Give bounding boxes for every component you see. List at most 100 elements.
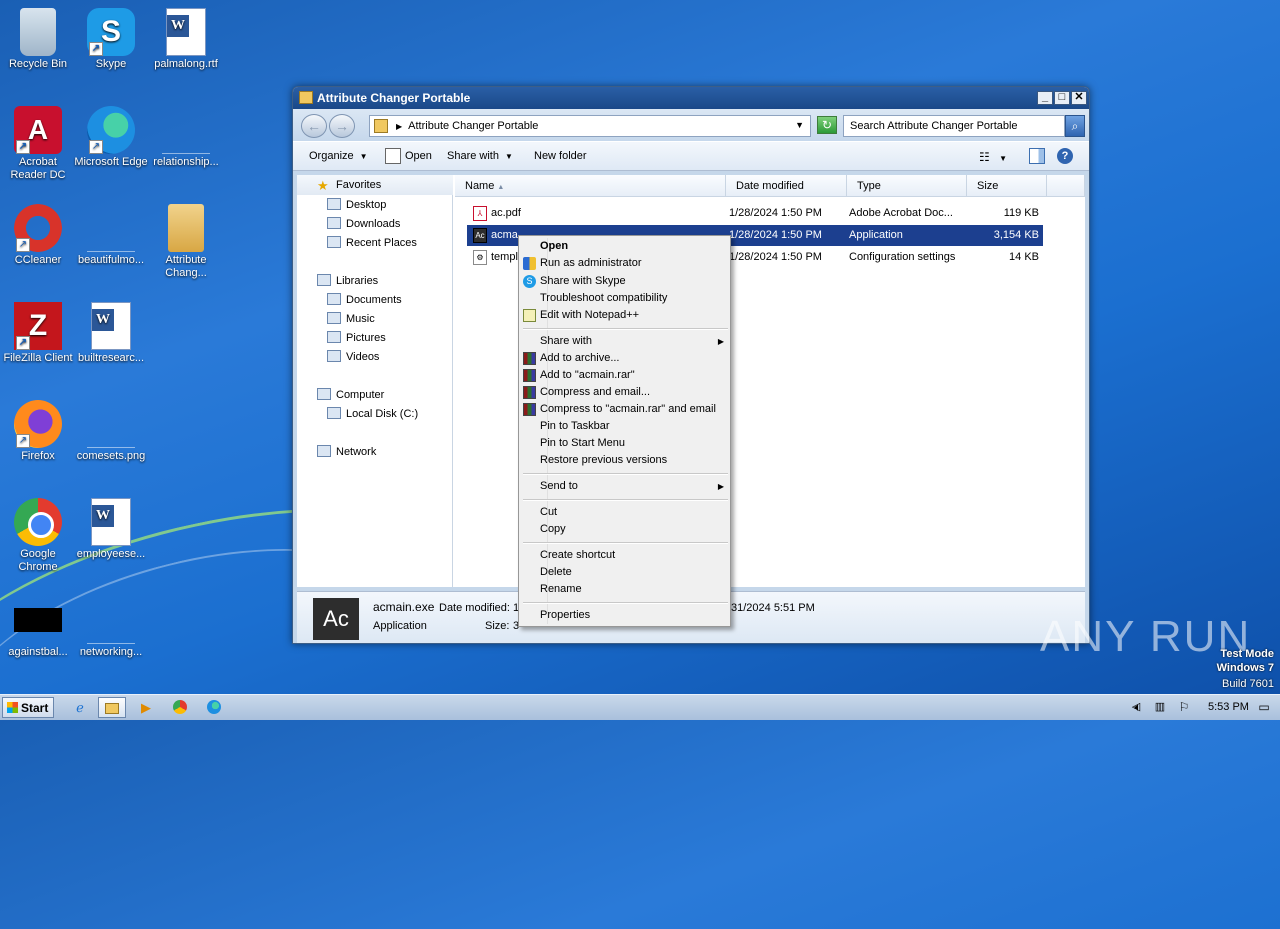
start-button[interactable]: Start	[2, 697, 54, 718]
explorer-taskbar-icon[interactable]	[98, 697, 126, 718]
file-name: templ	[491, 251, 518, 263]
breadcrumb-label: Attribute Changer Portable	[408, 120, 539, 132]
desktop-icon-firefox[interactable]: ↗ Firefox	[0, 400, 76, 463]
menu-item-properties[interactable]: Properties	[540, 608, 728, 625]
context-menu: Open Run as administrator S Share with Sk…	[518, 235, 731, 627]
refresh-button[interactable]: ↻	[817, 116, 837, 134]
preview-pane-icon[interactable]	[1029, 148, 1045, 164]
desktop-icon-recycle-bin[interactable]: Recycle Bin	[0, 8, 76, 71]
column-header-name[interactable]: Name ▲	[455, 175, 726, 197]
desktop-icon-ccleaner[interactable]: ↗ CCleaner	[0, 204, 76, 267]
desktop-icon-builtresearch[interactable]: W builtresearc...	[73, 302, 149, 365]
menu-item-restore-versions[interactable]: Restore previous versions	[540, 453, 728, 470]
breadcrumb[interactable]: ▶ Attribute Changer Portable	[396, 120, 538, 132]
nav-computer[interactable]: Computer	[317, 388, 384, 401]
desktop-icon-againstbal[interactable]: againstbal...	[0, 596, 76, 659]
desktop-icon-label: relationship...	[153, 156, 219, 168]
menu-separator	[523, 473, 728, 475]
menu-item-create-shortcut[interactable]: Create shortcut	[540, 548, 728, 565]
desktop-icon-beautifulmo[interactable]: beautifulmo...	[73, 204, 149, 267]
title-bar[interactable]: Attribute Changer Portable _ □ ✕	[293, 87, 1089, 109]
nav-local-disk[interactable]: Local Disk (C:)	[327, 407, 418, 420]
menu-item-copy[interactable]: Copy	[540, 522, 728, 539]
menu-item-share-skype[interactable]: S Share with Skype	[523, 274, 728, 291]
back-button[interactable]: ←	[301, 114, 327, 138]
desktop-icon-edge[interactable]: ↗ Microsoft Edge	[73, 106, 149, 169]
new-folder-button[interactable]: New folder	[534, 150, 587, 162]
desktop-icon-label: FileZilla Client	[3, 352, 73, 364]
desktop-icon-attribute-changer[interactable]: Attribute Chang...	[148, 204, 224, 280]
desktop-icon-employeese[interactable]: W employeese...	[73, 498, 149, 561]
libraries-icon	[317, 274, 331, 286]
menu-item-troubleshoot[interactable]: Troubleshoot compatibility	[540, 291, 728, 308]
nav-recent-places[interactable]: Recent Places	[327, 236, 417, 249]
maximize-button[interactable]: □	[1054, 91, 1070, 105]
documents-icon	[327, 293, 341, 305]
menu-item-run-as-admin[interactable]: Run as administrator	[523, 256, 728, 273]
menu-item-edit-notepad[interactable]: Edit with Notepad++	[523, 308, 728, 325]
edge-taskbar-icon[interactable]	[200, 697, 228, 718]
menu-item-send-to[interactable]: Send to ▶	[540, 479, 728, 496]
winrar-icon	[523, 386, 536, 399]
blank-file-icon	[87, 400, 135, 448]
chevron-down-icon[interactable]: ▼	[795, 120, 804, 130]
nav-videos[interactable]: Videos	[327, 350, 379, 363]
nav-network[interactable]: Network	[317, 445, 376, 458]
nav-documents[interactable]: Documents	[327, 293, 402, 306]
nav-videos-label: Videos	[346, 351, 380, 363]
desktop-icon-label: againstbal...	[8, 646, 68, 658]
nav-pictures[interactable]: Pictures	[327, 331, 386, 344]
menu-item-open[interactable]: Open	[540, 239, 728, 256]
desktop-icon-networking[interactable]: networking...	[73, 596, 149, 659]
nav-recent-label: Recent Places	[346, 237, 417, 249]
share-with-button[interactable]: Share with ▼	[447, 150, 513, 162]
close-button[interactable]: ✕	[1071, 91, 1087, 105]
internet-explorer-icon[interactable]: ℯ	[66, 697, 94, 718]
search-icon[interactable]: ⌕	[1065, 115, 1085, 137]
menu-item-cut[interactable]: Cut	[540, 505, 728, 522]
nav-libraries[interactable]: Libraries	[317, 274, 378, 287]
menu-item-add-rar[interactable]: Add to "acmain.rar"	[523, 368, 728, 385]
menu-item-rename[interactable]: Rename	[540, 582, 728, 599]
nav-downloads[interactable]: Downloads	[327, 217, 400, 230]
media-player-icon[interactable]: ▶	[132, 697, 160, 718]
help-icon[interactable]: ?	[1057, 148, 1073, 164]
nav-desktop[interactable]: Desktop	[327, 198, 386, 211]
clock[interactable]: 5:53 PM	[1208, 701, 1249, 713]
menu-item-delete[interactable]: Delete	[540, 565, 728, 582]
desktop-icon-skype[interactable]: S ↗ Skype	[73, 8, 149, 71]
shield-icon	[523, 257, 536, 270]
details-created-value: 31/2024 5:51 PM	[731, 602, 815, 614]
action-center-flag-icon[interactable]: ⚐	[1170, 697, 1198, 718]
organize-button[interactable]: Organize ▼	[309, 150, 368, 162]
desktop-icon-acrobat[interactable]: A ↗ Acrobat Reader DC	[0, 106, 76, 182]
nav-music[interactable]: Music	[327, 312, 375, 325]
menu-item-pin-taskbar[interactable]: Pin to Taskbar	[540, 419, 728, 436]
organize-label: Organize	[309, 150, 354, 162]
chrome-taskbar-icon[interactable]	[166, 697, 194, 718]
menu-item-compress-email[interactable]: Compress and email...	[523, 385, 728, 402]
column-header-type[interactable]: Type	[847, 175, 967, 197]
desktop-icon-comesets[interactable]: comesets.png	[73, 400, 149, 463]
nav-favorites[interactable]: ★ Favorites	[317, 179, 381, 192]
nav-desktop-label: Desktop	[346, 199, 387, 211]
search-input[interactable]: Search Attribute Changer Portable	[843, 115, 1065, 137]
show-desktop-icon[interactable]: ▭	[1250, 697, 1278, 718]
file-row[interactable]: ⅄ ac.pdf 1/28/2024 1:50 PM Adobe Acrobat…	[467, 203, 1043, 224]
desktop-icon-chrome[interactable]: Google Chrome	[0, 498, 76, 574]
forward-button[interactable]: →	[329, 114, 355, 138]
column-header-date[interactable]: Date modified	[726, 175, 847, 197]
address-bar[interactable]: ▶ Attribute Changer Portable ▼	[369, 115, 811, 137]
menu-item-label: Add to archive...	[540, 352, 620, 364]
menu-item-add-archive[interactable]: Add to archive...	[523, 351, 728, 368]
open-button[interactable]: Open	[405, 150, 432, 162]
menu-item-pin-start[interactable]: Pin to Start Menu	[540, 436, 728, 453]
minimize-button[interactable]: _	[1037, 91, 1053, 105]
desktop-icon-filezilla[interactable]: Z ↗ FileZilla Client	[0, 302, 76, 365]
desktop-icon-palmalong[interactable]: W palmalong.rtf	[148, 8, 224, 71]
menu-item-compress-rar-email[interactable]: Compress to "acmain.rar" and email	[523, 402, 728, 419]
desktop-icon-relationship[interactable]: relationship...	[148, 106, 224, 169]
view-options-icon[interactable]: ☷ ▼	[979, 150, 1007, 164]
column-header-size[interactable]: Size	[967, 175, 1047, 197]
menu-item-share-with[interactable]: Share with ▶	[540, 334, 728, 351]
